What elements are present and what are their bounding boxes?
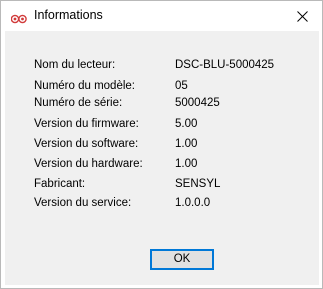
info-row-numero-de-serie: Numéro de série: 5000425: [5, 97, 319, 113]
info-value: 1.0.0.0: [175, 197, 211, 209]
info-label: Nom du lecteur:: [34, 59, 116, 71]
window-title: Informations: [34, 8, 103, 22]
info-label: Version du software:: [34, 138, 139, 150]
info-label: Version du hardware:: [34, 158, 143, 170]
title-bar[interactable]: Informations: [1, 1, 322, 31]
info-row-numero-du-modele: Numéro du modèle: 05: [5, 80, 319, 96]
info-row-fabricant: Fabricant: SENSYL: [5, 178, 319, 194]
info-value: 1.00: [175, 138, 198, 150]
info-label: Version du firmware:: [34, 118, 139, 130]
info-row-version-du-firmware: Version du firmware: 5.00: [5, 118, 319, 134]
info-value: 1.00: [175, 158, 198, 170]
info-label: Version du service:: [34, 197, 132, 209]
info-value: SENSYL: [175, 178, 221, 190]
info-row-nom-du-lecteur: Nom du lecteur: DSC-BLU-5000425: [5, 59, 319, 75]
close-button[interactable]: [282, 1, 322, 31]
info-row-version-du-hardware: Version du hardware: 1.00: [5, 158, 319, 174]
informations-dialog: Informations Nom du lecteur: DSC-BLU-500…: [0, 0, 323, 289]
info-label: Fabricant:: [34, 178, 86, 190]
info-value: 05: [175, 80, 188, 92]
info-row-version-du-service: Version du service: 1.0.0.0: [5, 197, 319, 213]
info-value: DSC-BLU-5000425: [175, 59, 275, 71]
info-value: 5.00: [175, 118, 198, 130]
info-label: Numéro de série:: [34, 97, 123, 109]
sensyl-logo-icon: [10, 11, 27, 24]
close-icon: [297, 11, 308, 22]
info-value: 5000425: [175, 97, 220, 109]
dialog-content: Nom du lecteur: DSC-BLU-5000425 Numéro d…: [5, 31, 319, 285]
ok-button[interactable]: OK: [150, 249, 214, 270]
info-label: Numéro du modèle:: [34, 80, 135, 92]
info-row-version-du-software: Version du software: 1.00: [5, 138, 319, 154]
